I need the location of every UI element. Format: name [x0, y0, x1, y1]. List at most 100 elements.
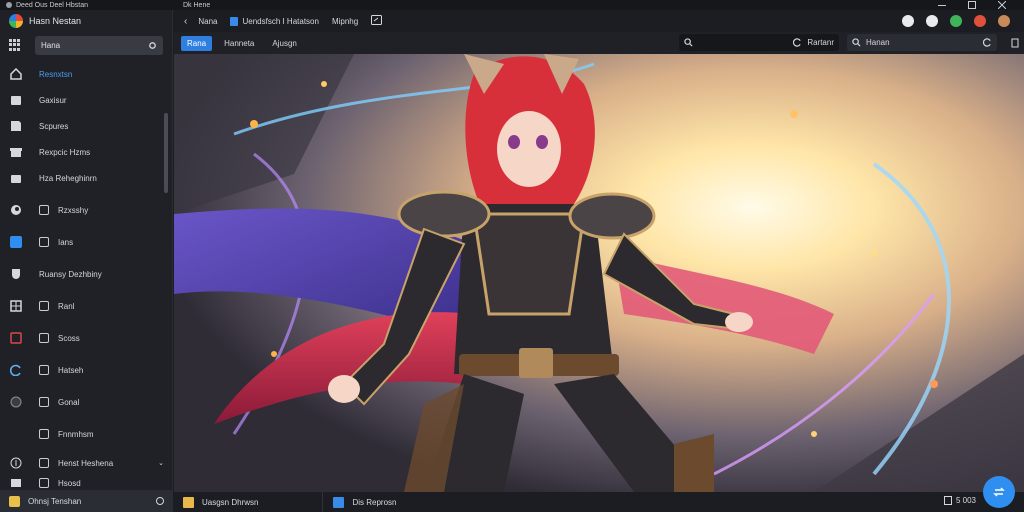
online-status-icon[interactable] — [950, 15, 962, 27]
window-title: Deed Ous Deel Hbstan — [16, 1, 88, 9]
settings-icon[interactable] — [148, 41, 157, 50]
sidebar-search-input[interactable]: Hana — [35, 35, 163, 55]
sidebar-footer-label: Ohnsj Tenshan — [28, 496, 82, 506]
sidebar-item-3[interactable]: Rexpcic Hzms — [0, 139, 172, 165]
status-right: 5 003 — [943, 496, 976, 505]
breadcrumb-0[interactable]: Nana — [198, 17, 217, 26]
sidebar-item-6[interactable]: Ians — [0, 229, 172, 255]
red-square-icon — [10, 332, 22, 344]
toolbar-button-2[interactable]: Ajusgn — [266, 36, 302, 51]
maximize-icon[interactable] — [968, 1, 976, 9]
app-icon — [6, 2, 12, 8]
checkbox-icon[interactable] — [39, 429, 49, 439]
folder-icon — [10, 94, 22, 106]
sidebar-item-label: Hsosd — [58, 478, 81, 488]
sidebar-item-1[interactable]: Gaxisur — [0, 87, 172, 113]
reload-icon[interactable] — [983, 38, 992, 47]
sidebar-item-label: Rzxsshy — [58, 205, 89, 215]
sidebar-item-9[interactable]: Scoss — [0, 325, 172, 351]
refresh-icon[interactable] — [793, 38, 802, 47]
gift-icon — [10, 146, 22, 158]
sidebar-footer[interactable]: Ohnsj Tenshan — [0, 490, 173, 512]
settings-gear-icon[interactable] — [926, 15, 938, 27]
sidebar-item-label: Scoss — [58, 333, 80, 343]
sidebar-item-label: Ranl — [58, 301, 75, 311]
checkbox-icon[interactable] — [39, 333, 49, 343]
checkbox-icon[interactable] — [39, 458, 49, 468]
blue-square-icon — [10, 236, 22, 248]
sidebar-item-label: Resnxtsn — [39, 69, 73, 79]
sidebar: Hasn Nestan Hana Resnxtsn Gaxisur Scpure… — [0, 10, 173, 490]
sync-icon — [993, 487, 1005, 497]
sidebar-item-label: Ruansy Dezhbiny — [39, 269, 102, 279]
status-count: 5 003 — [955, 496, 976, 505]
search-icon — [852, 38, 861, 47]
toolbar: Rana Hanneta Ajusgn Rartanr Hanan — [174, 32, 1024, 54]
artwork-canvas — [174, 54, 1024, 492]
sidebar-scrollbar[interactable] — [164, 113, 168, 193]
sidebar-item-11[interactable]: Gonal — [0, 389, 172, 415]
status-file-2[interactable]: Dis Reprosn — [352, 498, 396, 507]
app-logo-icon — [9, 14, 23, 28]
minimize-icon[interactable] — [938, 1, 946, 6]
toolbar-button-0[interactable]: Rana — [181, 35, 213, 51]
checkbox-icon[interactable] — [39, 478, 49, 488]
sidebar-item-10[interactable]: Hatseh — [0, 357, 172, 383]
info-icon[interactable] — [902, 15, 914, 27]
tab-title: Dk Hene — [183, 1, 211, 9]
avatar[interactable] — [998, 15, 1010, 27]
file-blue-icon — [333, 496, 345, 508]
home-icon — [10, 68, 22, 80]
file-icon — [183, 496, 194, 508]
close-icon[interactable] — [997, 0, 1007, 10]
apps-grid-icon[interactable] — [9, 39, 21, 51]
circle-icon — [10, 396, 22, 408]
breadcrumb-2[interactable]: Mipnhg — [332, 17, 358, 26]
sidebar-item-13[interactable]: Henst Heshena ⌄ — [0, 450, 172, 476]
checkbox-icon[interactable] — [39, 365, 49, 375]
status-file-1[interactable]: Uasgsn Dhrwsn — [202, 498, 258, 507]
checkbox-icon[interactable] — [39, 397, 49, 407]
window-controls — [938, 0, 1024, 10]
sidebar-item-12[interactable]: Fnnmhsm — [0, 421, 172, 447]
sidebar-item-label: Hza Reheghinrn — [39, 173, 97, 183]
title-bar-left: Deed Ous Deel Hbstan — [0, 2, 175, 9]
notification-icon[interactable] — [974, 15, 986, 27]
upload-icon — [10, 457, 22, 469]
toolbar-search-label: Rartanr — [807, 38, 834, 47]
more-icon[interactable] — [1011, 38, 1019, 50]
checkbox-icon[interactable] — [39, 301, 49, 311]
sidebar-item-label: Hatseh — [58, 365, 84, 375]
sidebar-item-5[interactable]: Rzxsshy — [0, 197, 172, 223]
breadcrumb-1[interactable]: Uendsfsch I Hatatson — [242, 17, 318, 26]
sidebar-item-7[interactable]: Ruansy Dezhbiny — [0, 261, 172, 287]
sidebar-item-label: Rexpcic Hzms — [39, 147, 91, 157]
chevron-down-icon[interactable]: ⌄ — [158, 459, 164, 467]
grid-icon — [10, 300, 22, 312]
sidebar-item-label: Henst Heshena — [58, 458, 114, 468]
toolbar-button-1[interactable]: Hanneta — [218, 36, 260, 51]
sidebar-item-label: Fnnmhsm — [58, 429, 94, 439]
checkbox-icon[interactable] — [39, 205, 49, 215]
sidebar-item-8[interactable]: Ranl — [0, 293, 172, 319]
sidebar-item-label: Scpures — [39, 121, 69, 131]
page-icon — [943, 496, 952, 505]
edit-icon — [10, 120, 22, 132]
refresh-icon — [10, 364, 22, 376]
checkbox-icon[interactable] — [39, 237, 49, 247]
bag-icon — [10, 172, 22, 184]
document-icon — [230, 16, 239, 26]
app-window: Deed Ous Deel Hbstan Dk Hene Hasn Nestan… — [0, 0, 1024, 512]
sidebar-item-0[interactable]: Resnxtsn — [0, 61, 172, 87]
share-icon[interactable] — [371, 15, 383, 27]
cup-icon — [10, 268, 22, 280]
toolbar-search[interactable]: Rartanr — [679, 34, 839, 51]
secondary-search-input[interactable]: Hanan — [847, 34, 997, 51]
sidebar-item-14[interactable]: Hsosd — [0, 476, 172, 490]
sidebar-item-label: Gaxisur — [39, 95, 67, 105]
floating-action-button[interactable] — [983, 476, 1015, 508]
sidebar-item-2[interactable]: Scpures — [0, 113, 172, 139]
sidebar-item-4[interactable]: Hza Reheghinrn — [0, 165, 172, 191]
app-name: Hasn Nestan — [29, 16, 82, 26]
back-button[interactable]: ‹ — [184, 16, 187, 27]
